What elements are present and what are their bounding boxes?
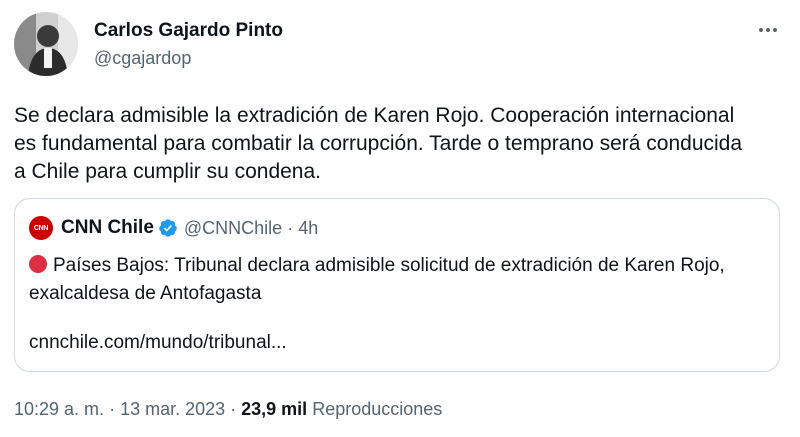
author-name[interactable]: Carlos Gajardo Pinto xyxy=(94,20,283,42)
tweet-meta: 10:29 a. m. · 13 mar. 2023 · 23,9 mil Re… xyxy=(14,399,442,420)
more-options-button[interactable] xyxy=(752,18,784,42)
verified-badge-icon xyxy=(158,218,178,238)
quoted-tweet-text: Países Bajos: Tribunal declara admisible… xyxy=(29,252,769,308)
quoted-tweet-card[interactable]: CNN CNN Chile @CNNChile · 4h Países Bajo… xyxy=(14,198,780,372)
avatar[interactable] xyxy=(14,12,78,76)
avatar-photo xyxy=(14,12,78,76)
author-handle[interactable]: @cgajardop xyxy=(94,48,191,69)
quoted-tweet-link[interactable]: cnnchile.com/mundo/tribunal... xyxy=(29,332,287,354)
header-separator: · xyxy=(287,217,294,238)
views-count: 23,9 mil xyxy=(241,399,308,419)
more-horizontal-icon xyxy=(759,28,777,32)
quoted-author-handle[interactable]: @CNNChile xyxy=(184,218,282,239)
views-label: Reproducciones xyxy=(307,399,443,419)
tweet: Carlos Gajardo Pinto @cgajardop Se decla… xyxy=(0,0,800,437)
meta-separator: · xyxy=(225,399,242,419)
tweet-text: Se declara admisible la extradición de K… xyxy=(14,104,743,183)
red-circle-emoji-icon xyxy=(29,255,47,273)
quoted-tweet-header: CNN CNN Chile @CNNChile · 4h xyxy=(29,215,318,241)
tweet-date[interactable]: 13 mar. 2023 xyxy=(120,399,225,419)
tweet-time[interactable]: 10:29 a. m. xyxy=(14,399,104,419)
cnn-chile-avatar[interactable]: CNN xyxy=(29,216,53,240)
meta-separator: · xyxy=(104,399,121,419)
quoted-tweet-body: Países Bajos: Tribunal declara admisible… xyxy=(29,255,725,304)
quoted-tweet-time[interactable]: 4h xyxy=(298,218,318,239)
quoted-author-name[interactable]: CNN Chile xyxy=(61,217,154,239)
